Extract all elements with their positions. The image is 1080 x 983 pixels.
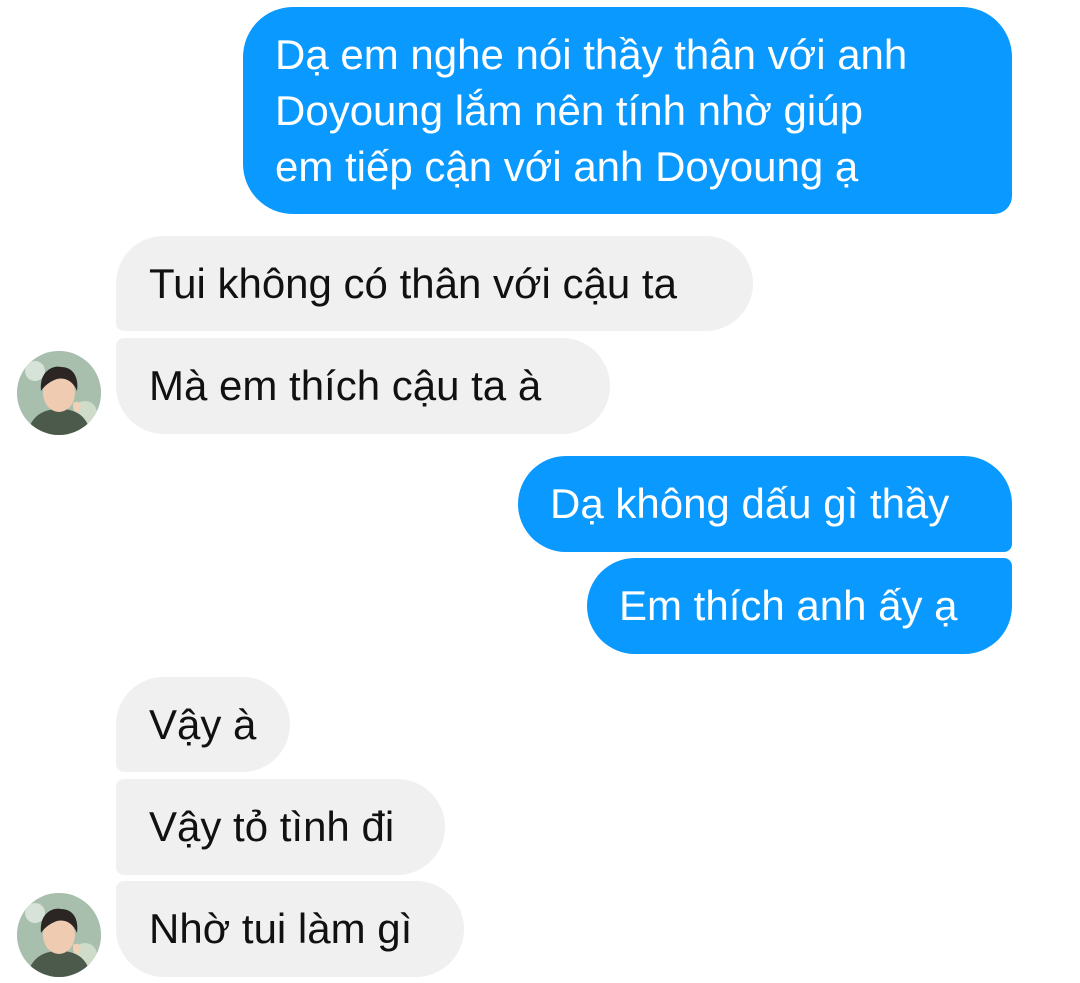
contact-avatar[interactable] [17, 893, 101, 977]
message-text-line: em tiếp cận với anh Doyoung ạ [275, 142, 859, 190]
message-text-line: Doyoung lắm nên tính nhờ giúp [275, 86, 863, 134]
message-text: Mà em thích cậu ta à [149, 362, 542, 409]
sent-message-bubble[interactable]: Em thích anh ấy ạ [587, 558, 1012, 654]
profile-photo-avatar-icon [17, 893, 101, 977]
sent-message-bubble[interactable]: Dạ em nghe nói thầy thân với anh Doyoung… [243, 7, 1012, 214]
message-text: Nhờ tui làm gì [149, 905, 413, 952]
received-message-bubble[interactable]: Tui không có thân với cậu ta [116, 236, 753, 331]
received-message-bubble[interactable]: Vậy tỏ tình đi [116, 779, 445, 875]
message-text-line: Dạ em nghe nói thầy thân với anh [275, 30, 908, 78]
profile-photo-avatar-icon [17, 351, 101, 435]
message-text: Tui không có thân với cậu ta [149, 259, 677, 307]
message-text: Vậy à [149, 700, 257, 748]
message-text: Dạ không dấu gì thầy [550, 480, 950, 527]
received-message-bubble[interactable]: Nhờ tui làm gì [116, 881, 464, 977]
contact-avatar[interactable] [17, 351, 101, 435]
sent-message-bubble[interactable]: Dạ không dấu gì thầy [518, 456, 1012, 552]
message-text: Vậy tỏ tình đi [149, 803, 395, 850]
received-message-bubble[interactable]: Mà em thích cậu ta à [116, 338, 610, 434]
received-message-bubble[interactable]: Vậy à [116, 677, 290, 772]
message-text: Em thích anh ấy ạ [619, 582, 958, 629]
